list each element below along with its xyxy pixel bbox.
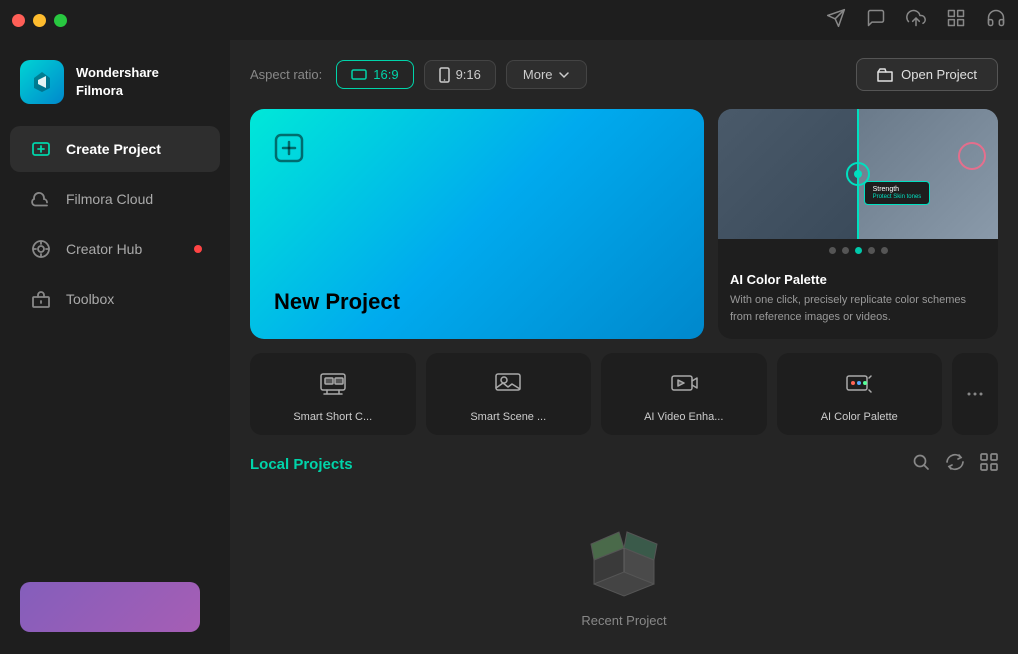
topbar: Aspect ratio: 16:9 9:16 More [250, 58, 998, 91]
sidebar-bottom [0, 572, 230, 642]
sidebar-item-filmora-cloud[interactable]: Filmora Cloud [10, 176, 220, 222]
ai-tool-smart-short-clips[interactable]: Smart Short C... [250, 353, 416, 435]
create-project-icon [30, 138, 52, 160]
more-label: More [523, 67, 553, 82]
dot-3 [855, 247, 862, 254]
dot-4 [868, 247, 875, 254]
sidebar-item-toolbox[interactable]: Toolbox [10, 276, 220, 322]
grid-icon[interactable] [946, 8, 966, 33]
empty-state: Recent Project [250, 490, 998, 654]
local-projects-title: Local Projects [250, 456, 353, 473]
open-project-button[interactable]: Open Project [856, 58, 998, 91]
empty-box-icon [579, 517, 669, 597]
dot-5 [881, 247, 888, 254]
creator-hub-icon [30, 238, 52, 260]
local-projects-actions [912, 453, 998, 476]
smart-scene-icon [489, 365, 527, 403]
dot-2 [842, 247, 849, 254]
ai-color-palette-icon [840, 365, 878, 403]
smart-short-clips-label: Smart Short C... [293, 411, 372, 423]
feature-card: Strength Protect Skin tones AI Colo [718, 109, 998, 339]
sidebar-item-label-toolbox: Toolbox [66, 291, 114, 307]
logo-icon [20, 60, 64, 104]
titlebar-icons [826, 8, 1006, 33]
user-avatar[interactable] [20, 582, 200, 632]
sidebar-item-label-filmora-cloud: Filmora Cloud [66, 191, 153, 207]
empty-label: Recent Project [581, 613, 666, 628]
send-icon[interactable] [826, 8, 846, 33]
ai-tool-ai-color-palette[interactable]: AI Color Palette [777, 353, 943, 435]
minimize-button[interactable] [33, 14, 46, 27]
new-project-title: New Project [274, 289, 680, 315]
search-icon[interactable] [912, 453, 930, 476]
aspect-ratio-label: Aspect ratio: [250, 67, 322, 82]
aspect-16-9-button[interactable]: 16:9 [336, 60, 413, 89]
refresh-icon[interactable] [946, 453, 964, 476]
more-button[interactable]: More [506, 60, 587, 89]
ai-color-palette-label: AI Color Palette [821, 411, 898, 423]
feature-card-content: AI Color Palette With one click, precise… [718, 262, 998, 339]
creator-hub-notification-dot [194, 245, 202, 253]
chat-icon[interactable] [866, 8, 886, 33]
sidebar: Wondershare Filmora Create Project Filmo… [0, 40, 230, 654]
ai-tools-bar: Smart Short C... Smart Scene ... [250, 353, 998, 435]
feature-card-title: AI Color Palette [730, 272, 986, 287]
main-content: Aspect ratio: 16:9 9:16 More [230, 40, 1018, 654]
new-project-card[interactable]: New Project [250, 109, 704, 339]
smart-scene-label: Smart Scene ... [470, 411, 546, 423]
sidebar-item-creator-hub[interactable]: Creator Hub [10, 226, 220, 272]
upload-icon[interactable] [906, 8, 926, 33]
local-projects-header: Local Projects [250, 453, 998, 476]
hero-area: New Project [250, 109, 998, 339]
app-body: Wondershare Filmora Create Project Filmo… [0, 40, 1018, 654]
aspect-16-9-label: 16:9 [373, 67, 398, 82]
logo: Wondershare Filmora [0, 52, 230, 124]
feature-card-image: Strength Protect Skin tones [718, 109, 998, 239]
toolbox-icon [30, 288, 52, 310]
sidebar-item-label-create-project: Create Project [66, 141, 161, 157]
close-button[interactable] [12, 14, 25, 27]
aspect-9-16-label: 9:16 [456, 67, 481, 82]
ai-tool-smart-scene[interactable]: Smart Scene ... [426, 353, 592, 435]
maximize-button[interactable] [54, 14, 67, 27]
feature-card-description: With one click, precisely replicate colo… [730, 292, 986, 325]
ai-tool-ai-video-enhance[interactable]: AI Video Enha... [601, 353, 767, 435]
ai-video-enhance-label: AI Video Enha... [644, 411, 723, 423]
more-tools-button[interactable] [952, 353, 998, 435]
ai-video-enhance-icon [665, 365, 703, 403]
new-project-plus-icon [274, 133, 304, 170]
dot-1 [829, 247, 836, 254]
logo-text: Wondershare Filmora [76, 64, 159, 100]
smart-short-clips-icon [314, 365, 352, 403]
titlebar [0, 0, 1018, 40]
headphone-icon[interactable] [986, 8, 1006, 33]
grid-view-icon[interactable] [980, 453, 998, 476]
feature-card-dots [718, 239, 998, 262]
aspect-9-16-button[interactable]: 9:16 [424, 60, 496, 90]
filmora-cloud-icon [30, 188, 52, 210]
open-project-label: Open Project [901, 67, 977, 82]
sidebar-item-create-project[interactable]: Create Project [10, 126, 220, 172]
sidebar-item-label-creator-hub: Creator Hub [66, 241, 142, 257]
